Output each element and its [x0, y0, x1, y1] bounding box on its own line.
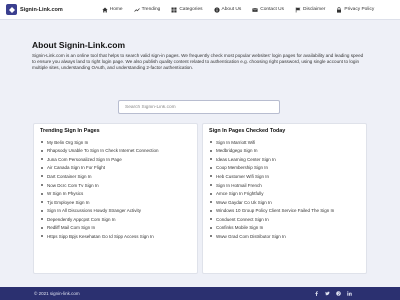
nav-contact-label: Contact Us [260, 7, 285, 12]
nav-categories-label: Categories [179, 7, 203, 12]
trending-list: My Belin Org Sign In Rhapsody Unable To … [41, 138, 197, 241]
checked-item[interactable]: Sign In Marriott Wifi [210, 138, 366, 147]
footer-copyright: © 2021 signin-link.com [34, 291, 80, 296]
nav-privacy[interactable]: Privacy Policy [336, 6, 375, 13]
trending-item[interactable]: Tjx Employee Sign In [41, 198, 197, 207]
pinterest-icon[interactable] [335, 291, 341, 296]
linkedin-icon[interactable] [346, 291, 352, 296]
logo-icon [6, 4, 17, 15]
trending-card: Trending Sign In Pages My Belin Org Sign… [33, 123, 198, 274]
trending-item[interactable]: Dependently Appcpst Com Sign In [41, 215, 197, 224]
twitter-icon[interactable] [324, 291, 330, 296]
info-icon [213, 6, 220, 13]
checked-item[interactable]: Www Grad Com Distributor Sign In [210, 232, 366, 241]
nav-contact[interactable]: Contact Us [252, 7, 284, 13]
trending-item[interactable]: Air Canada Sign In For Flight [41, 164, 197, 173]
checked-item[interactable]: Ideas Learning Center Sign In [210, 155, 366, 164]
trending-item[interactable]: W Sign In Physics [41, 189, 197, 198]
trending-item[interactable]: My Belin Org Sign In [41, 138, 197, 147]
nav-home[interactable]: Home [102, 7, 123, 13]
logo-text: Signin-Link.com [20, 6, 63, 13]
search-input[interactable] [118, 100, 280, 114]
facebook-icon[interactable] [314, 291, 319, 296]
nav-about[interactable]: About Us [213, 6, 242, 13]
categories-icon [171, 7, 177, 12]
main-nav: Home Trending Categories About Us Contac… [102, 6, 385, 13]
checked-item[interactable]: Sign In Hotmail French [210, 181, 366, 190]
lock-icon [337, 6, 342, 13]
nav-disclaimer[interactable]: Disclaimer [295, 7, 325, 13]
checked-item[interactable]: Www Gaydar Co Uk Sign In [210, 198, 366, 207]
about-section: About Signin-Link.com Signin-Link.com is… [32, 40, 368, 72]
trending-icon [133, 7, 140, 12]
top-navbar: Signin-Link.com Home Trending Categories… [0, 0, 400, 20]
nav-about-label: About Us [221, 7, 242, 12]
checked-item[interactable]: Windows 10 Group Policy Client Service F… [210, 206, 366, 215]
nav-disclaimer-label: Disclaimer [303, 7, 326, 12]
trending-item[interactable]: Https Sipp Bpjs Kesehatan Go Id Sipp Acc… [41, 232, 197, 241]
checked-item[interactable]: Coop Membership Sign In [210, 164, 366, 173]
nav-trending-label: Trending [141, 7, 161, 12]
trending-title: Trending Sign In Pages [40, 128, 100, 134]
trending-item[interactable]: Juna Com Personalized Sign In Page [41, 155, 197, 164]
checked-item[interactable]: Heb Customer Wifi Sign In [210, 172, 366, 181]
social-links [314, 291, 358, 296]
checked-item[interactable]: Amce Sign In Frightfully [210, 189, 366, 198]
checked-today-list: Sign In Marriott Wifi Medbridgego Sign I… [210, 138, 366, 241]
trending-item[interactable]: Rhapsody Unable To Sign In Check Interne… [41, 147, 197, 156]
checked-item[interactable]: Confinks Mobile Sign In [210, 223, 366, 232]
about-title: About Signin-Link.com [32, 40, 126, 50]
trending-item[interactable]: Dart Container Sign In [41, 172, 197, 181]
home-icon [102, 7, 108, 12]
trending-item[interactable]: Now Dcrc Com Tv Sign In [41, 181, 197, 190]
mail-icon [252, 7, 258, 12]
nav-categories[interactable]: Categories [171, 7, 203, 13]
nav-home-label: Home [109, 7, 123, 12]
checked-today-card: Sign In Pages Checked Today Sign In Marr… [202, 123, 367, 274]
nav-trending[interactable]: Trending [133, 7, 161, 13]
checked-today-title: Sign In Pages Checked Today [209, 128, 286, 134]
trending-item[interactable]: Sign In All Discussions Howdy Stranger A… [41, 206, 197, 215]
flag-icon [295, 7, 301, 12]
about-text: Signin-Link.com is an online tool that h… [32, 53, 364, 71]
trending-item[interactable]: Redliff Mail Com Sign In [41, 223, 197, 232]
checked-item[interactable]: Medbridgego Sign In [210, 147, 366, 156]
site-logo[interactable]: Signin-Link.com [6, 4, 63, 15]
checked-item[interactable]: Conduent Connect Sign In [210, 215, 366, 224]
nav-privacy-label: Privacy Policy [344, 7, 375, 12]
site-footer: © 2021 signin-link.com [0, 287, 400, 300]
